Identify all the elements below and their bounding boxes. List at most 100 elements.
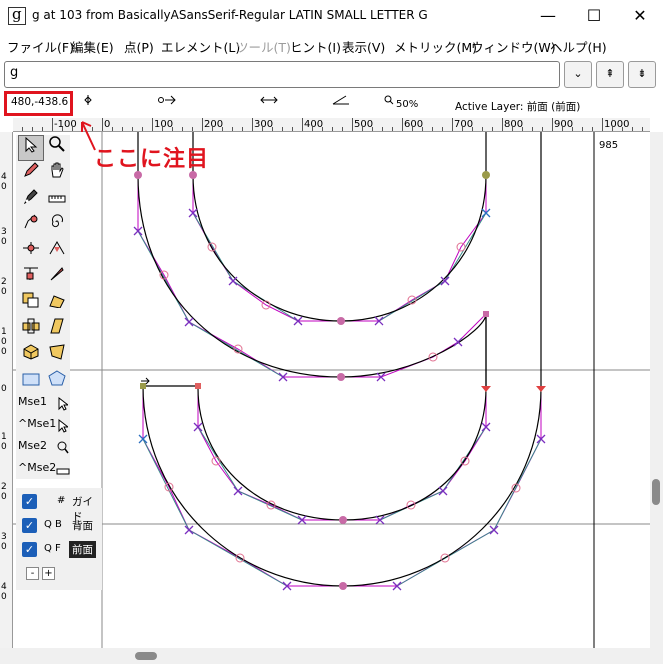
mouse1-label: Mse1 [18,395,47,408]
skew-tool-icon[interactable] [44,317,70,343]
minimize-button[interactable]: — [525,0,571,32]
glyph-edit-canvas[interactable]: 985 [13,132,650,648]
ruler-label: 300 [254,119,274,130]
horizontal-ruler: -100 0 100 200 300 400 500 600 700 800 900 1000 [13,118,650,132]
layer-fore-visible-checkbox[interactable]: ✓ [22,542,37,557]
ruler-tick [52,118,53,131]
layer-guide-visible-checkbox[interactable]: ✓ [22,494,37,509]
layer-back-name[interactable]: 背面 [69,517,96,534]
pencil-tool-icon[interactable] [18,161,44,187]
annotation-text: ここに注目 [94,147,210,172]
pointer-tool-icon[interactable] [18,135,44,161]
previous-glyph-button[interactable]: ⇞ [596,61,624,88]
ruler-tick [102,118,103,131]
next-glyph-button[interactable]: ⇟ [628,61,656,88]
add-layer-button[interactable]: + [42,567,55,580]
ctrl-mouse1-label: ^Mse1 [18,417,57,430]
knife-tool-icon[interactable] [44,265,70,291]
tool-palette: Mse1 ^Mse1 Mse2 ^Mse2 [16,135,70,479]
zoom-magnifier-icon [384,95,394,108]
layer-fore-name[interactable]: 前面 [69,541,96,558]
ruler-label: 700 [454,119,474,130]
spiro-tool-icon[interactable] [44,213,70,239]
ruler-label: 100 [154,119,174,130]
perspective-tool-icon[interactable] [44,343,70,369]
ctrl-mouse1-pointer-icon [58,418,70,436]
horizontal-scroll-thumb[interactable] [135,652,157,660]
layer-row-back[interactable]: ✓ Q B 背面 [16,515,102,537]
mouse2-label: Mse2 [18,439,47,452]
menu-tools[interactable]: ツール(T) [236,37,291,56]
layer-row-fore[interactable]: ✓ Q F 前面 [16,539,102,561]
glyph-dropdown-button[interactable]: ⌄ [564,61,592,88]
ruler-label: 500 [354,119,374,130]
polygon-tool-icon[interactable] [44,369,70,395]
scale-tool-icon[interactable] [18,291,44,317]
vertical-scroll-thumb[interactable] [652,479,660,505]
ruler-label: 0 [104,119,111,130]
scroll-hand-tool-icon[interactable] [44,161,70,187]
maximize-button[interactable]: ☐ [571,0,617,32]
ruler-tick [502,118,503,131]
layer-row-guide[interactable]: ✓ # ガイド [16,491,102,523]
hvcurve-point-tool-icon[interactable] [18,239,44,265]
menu-metrics[interactable]: メトリック(M) [394,37,477,56]
pen-tool-icon[interactable] [18,187,44,213]
glyph-outline [137,132,542,587]
layer-back-visible-checkbox[interactable]: ✓ [22,518,37,533]
point-info-icon [84,95,92,108]
relative-position-icon [158,95,176,108]
ruler-tick [302,118,303,131]
layer-fore-flag: Q F [44,543,61,554]
scrollbar-corner [650,648,663,664]
rectangle-tool-icon[interactable] [18,369,44,395]
ruler-tool-icon[interactable] [44,187,70,213]
horizontal-scrollbar[interactable] [0,648,650,664]
menu-point[interactable]: 点(P) [124,37,154,56]
3d-rotate-tool-icon[interactable] [18,343,44,369]
ruler-tick [152,118,153,131]
corner-point-tool-icon[interactable] [44,239,70,265]
curve-point-tool-icon[interactable] [18,213,44,239]
advance-width-label: 985 [599,140,618,151]
mouse2-magnify-icon [57,441,69,458]
vertical-scrollbar[interactable] [650,132,663,648]
ruler-tick [602,118,603,131]
ruler-tick [552,118,553,131]
ctrl-mouse2-ruler-icon [56,465,70,479]
menu-element[interactable]: エレメント(L) [161,37,240,56]
cursor-coordinates: 480,-438.6 [11,96,69,108]
distance-icon [260,95,278,108]
ruler-label: -100 [54,119,77,130]
magnify-tool-icon[interactable] [44,135,70,161]
active-layer-label: Active Layer: 前面 (前面) [455,101,581,113]
tangent-point-tool-icon[interactable] [18,265,44,291]
ruler-tick [202,118,203,131]
menu-edit[interactable]: 編集(E) [71,37,114,56]
ruler-label: 1000 [604,119,630,130]
coordinate-readout: 480,-438.6 [4,91,73,116]
ruler-tick [352,118,353,131]
vertical-ruler: 40 30 20 100 0 10 20 30 40 [0,132,13,648]
menu-file[interactable]: ファイル(F) [7,37,74,56]
ruler-tick [452,118,453,131]
remove-layer-button[interactable]: - [26,567,39,580]
flip-tool-icon[interactable] [18,317,44,343]
menu-help[interactable]: ヘルプ(H) [550,37,607,56]
ruler-tick [402,118,403,131]
ruler-label: 400 [304,119,324,130]
menu-hints[interactable]: ヒント(I) [290,37,341,56]
ruler-label: 600 [404,119,424,130]
interpolated-points[interactable] [159,242,521,563]
ruler-label: 200 [204,119,224,130]
menu-window[interactable]: ウィンドウ(W) [471,37,556,56]
mouse1-pointer-icon [58,396,70,414]
close-button[interactable]: ✕ [617,0,663,32]
rotate-tool-icon[interactable] [44,291,70,317]
zoom-level: 50% [396,99,419,110]
ruler-tick [252,118,253,131]
menu-view[interactable]: 表示(V) [342,37,385,56]
glyph-name-field[interactable]: g [4,61,560,88]
ctrl-mouse2-label: ^Mse2 [18,461,57,474]
off-curve-points[interactable] [133,208,546,591]
